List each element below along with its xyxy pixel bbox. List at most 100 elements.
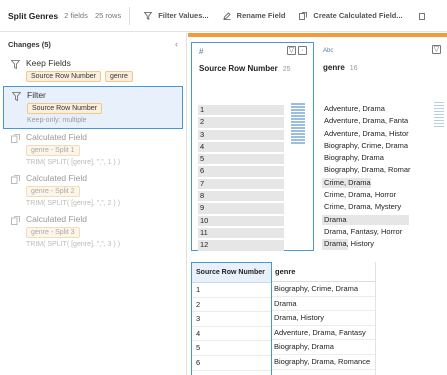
value-label: Biography, Drama <box>324 153 384 163</box>
scroll-marker <box>434 108 444 109</box>
value-histogram <box>291 103 305 145</box>
scroll-marker <box>434 120 444 121</box>
grid-cell[interactable]: 6 <box>192 356 271 371</box>
histogram-bar <box>291 139 305 141</box>
filter-values-button[interactable]: Filter Values... <box>144 11 209 20</box>
value-label: Biography, Crime, Drama <box>324 140 409 150</box>
scroll-marker <box>434 105 444 106</box>
profile-value-row[interactable]: Biography, Drama, Romar <box>322 164 411 176</box>
profile-value-row[interactable]: Adventure, Drama <box>322 103 411 115</box>
histogram-bar <box>291 127 305 129</box>
grid-cell[interactable]: 3 <box>192 312 271 327</box>
profile-card-source-row-number[interactable]: # ▽ · Source Row Number 25 1 2 3 4 5 6 7 8 9 10 11 1… <box>191 42 314 251</box>
profile-value-row[interactable]: 5 <box>198 153 284 165</box>
value-bar <box>198 166 284 177</box>
profile-value-row[interactable]: Drama, History <box>322 238 411 250</box>
profile-value-row[interactable]: Crime, Drama, Horror <box>322 189 411 201</box>
rename-field-label: Rename Field <box>236 11 286 20</box>
column-header[interactable]: Source Row Number <box>192 263 271 283</box>
profile-value-row[interactable]: Crime, Drama <box>322 177 411 189</box>
change-calculated-field-3[interactable]: Calculated Field genre - Split 3 TRIM( S… <box>0 211 186 252</box>
profile-value-row[interactable]: Adventure, Drama, Fanta <box>322 115 411 127</box>
profile-value-row[interactable]: 8 <box>198 190 284 202</box>
value-bar <box>198 154 284 165</box>
scroll-marker <box>434 111 444 112</box>
change-formula: TRIM( SPLIT( [genre], ",", 2 ) ) <box>26 200 121 207</box>
profile-value-row[interactable]: Biography, Drama <box>322 152 411 164</box>
create-calculated-field-label: Create Calculated Field... <box>313 11 403 20</box>
value-label: Crime, Drama <box>324 177 371 187</box>
value-label: 10 <box>200 215 209 225</box>
histogram-bar <box>291 136 305 138</box>
field-chip: genre - Split 1 <box>26 145 80 156</box>
grid-column-genre[interactable]: genre Biography, Crime, Drama Drama Drama,… <box>272 262 376 375</box>
value-bar <box>198 105 284 116</box>
value-list: Adventure, Drama Adventure, Drama, Fanta A… <box>322 103 411 251</box>
change-title: Calculated Field <box>26 173 87 183</box>
string-type-icon[interactable]: Abc <box>323 48 333 54</box>
column-header[interactable]: genre <box>272 262 375 282</box>
profile-value-row[interactable]: 3 <box>198 129 284 141</box>
value-bar <box>198 227 284 239</box>
profile-value-row[interactable]: 2 <box>198 116 284 128</box>
grid-cell[interactable]: Drama <box>272 297 375 312</box>
histogram-bar <box>291 121 305 123</box>
value-bar <box>198 178 284 190</box>
value-bar <box>198 240 284 251</box>
grid-cell[interactable]: 5 <box>192 341 271 356</box>
calculated-field-icon <box>11 134 20 143</box>
field-chip: Source Row Number <box>26 71 101 82</box>
change-calculated-field-2[interactable]: Calculated Field genre - Split 2 TRIM( S… <box>0 170 186 211</box>
profile-card-genre[interactable]: Abc ▽ genre 16 Adventure, Drama Adventure,… <box>319 42 447 251</box>
profile-value-row[interactable]: 7 <box>198 178 284 190</box>
value-bar <box>198 129 284 140</box>
change-filter[interactable]: Filter Source Row Number Keep-only: mult… <box>3 86 183 129</box>
histogram-bar <box>291 106 305 108</box>
value-bar <box>198 215 284 226</box>
profile-value-row[interactable]: 1 <box>198 104 284 116</box>
filter-card-icon[interactable]: ▽ <box>287 46 296 55</box>
histogram-bar <box>291 124 305 126</box>
histogram-bar <box>291 115 305 117</box>
profile-value-row[interactable]: 12 <box>198 239 284 251</box>
profile-value-row[interactable]: 11 <box>198 227 284 239</box>
value-bar <box>198 141 284 153</box>
change-calculated-field-1[interactable]: Calculated Field genre - Split 1 TRIM( S… <box>0 129 186 170</box>
profile-value-row[interactable]: Drama <box>322 214 411 226</box>
number-type-icon[interactable]: # <box>199 47 203 56</box>
collapse-panel-icon[interactable]: ‹ <box>175 39 178 49</box>
profile-value-row[interactable]: Crime, Drama, Mystery <box>322 201 411 213</box>
value-scrollbar[interactable] <box>434 102 444 129</box>
rename-field-button[interactable]: Rename Field <box>223 11 286 20</box>
more-options-icon[interactable]: · <box>298 46 307 55</box>
profile-value-row[interactable]: 9 <box>198 202 284 214</box>
grid-cell[interactable]: 2 <box>192 298 271 313</box>
filter-card-icon[interactable]: ▽ <box>432 45 441 54</box>
profile-value-row[interactable]: Adventure, Drama, Histor <box>322 128 411 140</box>
profile-value-row[interactable]: Drama, Fantasy, Horror <box>322 226 411 238</box>
calculated-field-icon <box>299 11 308 20</box>
value-label: 4 <box>200 141 205 151</box>
profile-value-row[interactable]: Biography, Crime, Drama <box>322 140 411 152</box>
distinct-count: 16 <box>349 65 358 72</box>
grid-cell[interactable]: 1 <box>192 283 271 298</box>
grid-cell[interactable]: 4 <box>192 327 271 342</box>
grid-cell[interactable]: Drama, History <box>272 311 375 326</box>
profile-value-row[interactable]: 6 <box>198 165 284 177</box>
grid-cell[interactable]: Adventure, Drama, Fantasy <box>272 326 375 341</box>
profile-value-row[interactable]: 10 <box>198 215 284 227</box>
profile-pane: # ▽ · Source Row Number 25 1 2 3 4 5 6 7 8 9 10 11 1… <box>188 33 447 257</box>
value-label: Adventure, Drama <box>324 104 385 113</box>
grid-cell[interactable]: Biography, Drama <box>272 340 375 355</box>
grid-cell[interactable]: Biography, Crime, Drama <box>272 282 375 297</box>
create-calculated-field-button[interactable]: Create Calculated Field... <box>299 11 403 20</box>
more-toolbar-button[interactable] <box>418 12 433 20</box>
change-keep-fields[interactable]: Keep Fields Source Row Number genre <box>0 55 186 86</box>
scroll-marker <box>434 126 444 127</box>
grid-column-source-row-number[interactable]: Source Row Number 123456 <box>191 262 272 375</box>
histogram-bar <box>291 112 305 114</box>
field-name-text: genre <box>323 63 345 72</box>
profile-value-row[interactable]: 4 <box>198 141 284 153</box>
grid-cell[interactable]: Biography, Drama, Romance <box>272 355 375 370</box>
field-count: 2 fields <box>64 11 88 20</box>
